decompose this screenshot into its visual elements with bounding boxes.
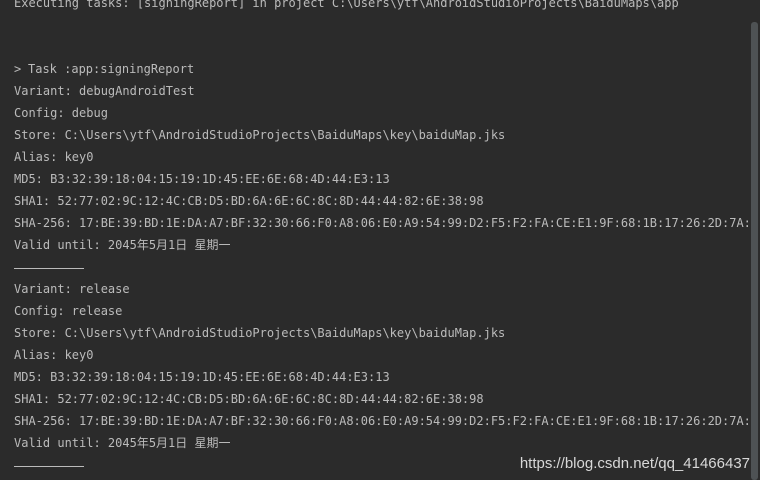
- build-console: Executing tasks: [signingReport] in proj…: [0, 0, 760, 480]
- scrollbar-thumb[interactable]: [751, 22, 758, 480]
- sha256-line: SHA-256: 17:BE:39:BD:1E:DA:A7:BF:32:30:6…: [14, 216, 760, 230]
- task-label: Task :app:signingReport: [28, 62, 195, 76]
- sha256-line: SHA-256: 17:BE:39:BD:1E:DA:A7:BF:32:30:6…: [14, 414, 760, 428]
- config-line: Config: debug: [14, 106, 108, 120]
- separator-line: [14, 256, 760, 278]
- md5-line: MD5: B3:32:39:18:04:15:19:1D:45:EE:6E:68…: [14, 370, 390, 384]
- variant-line: Variant: release: [14, 282, 130, 296]
- md5-line: MD5: B3:32:39:18:04:15:19:1D:45:EE:6E:68…: [14, 172, 390, 186]
- store-line: Store: C:\Users\ytf\AndroidStudioProject…: [14, 128, 506, 142]
- alias-line: Alias: key0: [14, 348, 94, 362]
- valid-until-line: Valid until: 2045年5月1日 星期一: [14, 436, 231, 450]
- store-line: Store: C:\Users\ytf\AndroidStudioProject…: [14, 326, 506, 340]
- variant-line: Variant: debugAndroidTest: [14, 84, 195, 98]
- sha1-line: SHA1: 52:77:02:9C:12:4C:CB:D5:BD:6A:6E:6…: [14, 392, 484, 406]
- watermark: https://blog.csdn.net/qq_41466437: [519, 455, 750, 472]
- config-line: Config: release: [14, 304, 123, 318]
- valid-until-line: Valid until: 2045年5月1日 星期一: [14, 238, 231, 252]
- alias-line: Alias: key0: [14, 150, 94, 164]
- sha1-line: SHA1: 52:77:02:9C:12:4C:CB:D5:BD:6A:6E:6…: [14, 194, 484, 208]
- task-line[interactable]: > Task :app:signingReport: [14, 58, 760, 80]
- vertical-scrollbar[interactable]: [750, 0, 760, 480]
- console-output: > Task :app:signingReport Variant: debugA…: [14, 58, 760, 476]
- chevron-right-icon[interactable]: >: [14, 58, 28, 80]
- executing-tasks-header: Executing tasks: [signingReport] in proj…: [14, 0, 679, 10]
